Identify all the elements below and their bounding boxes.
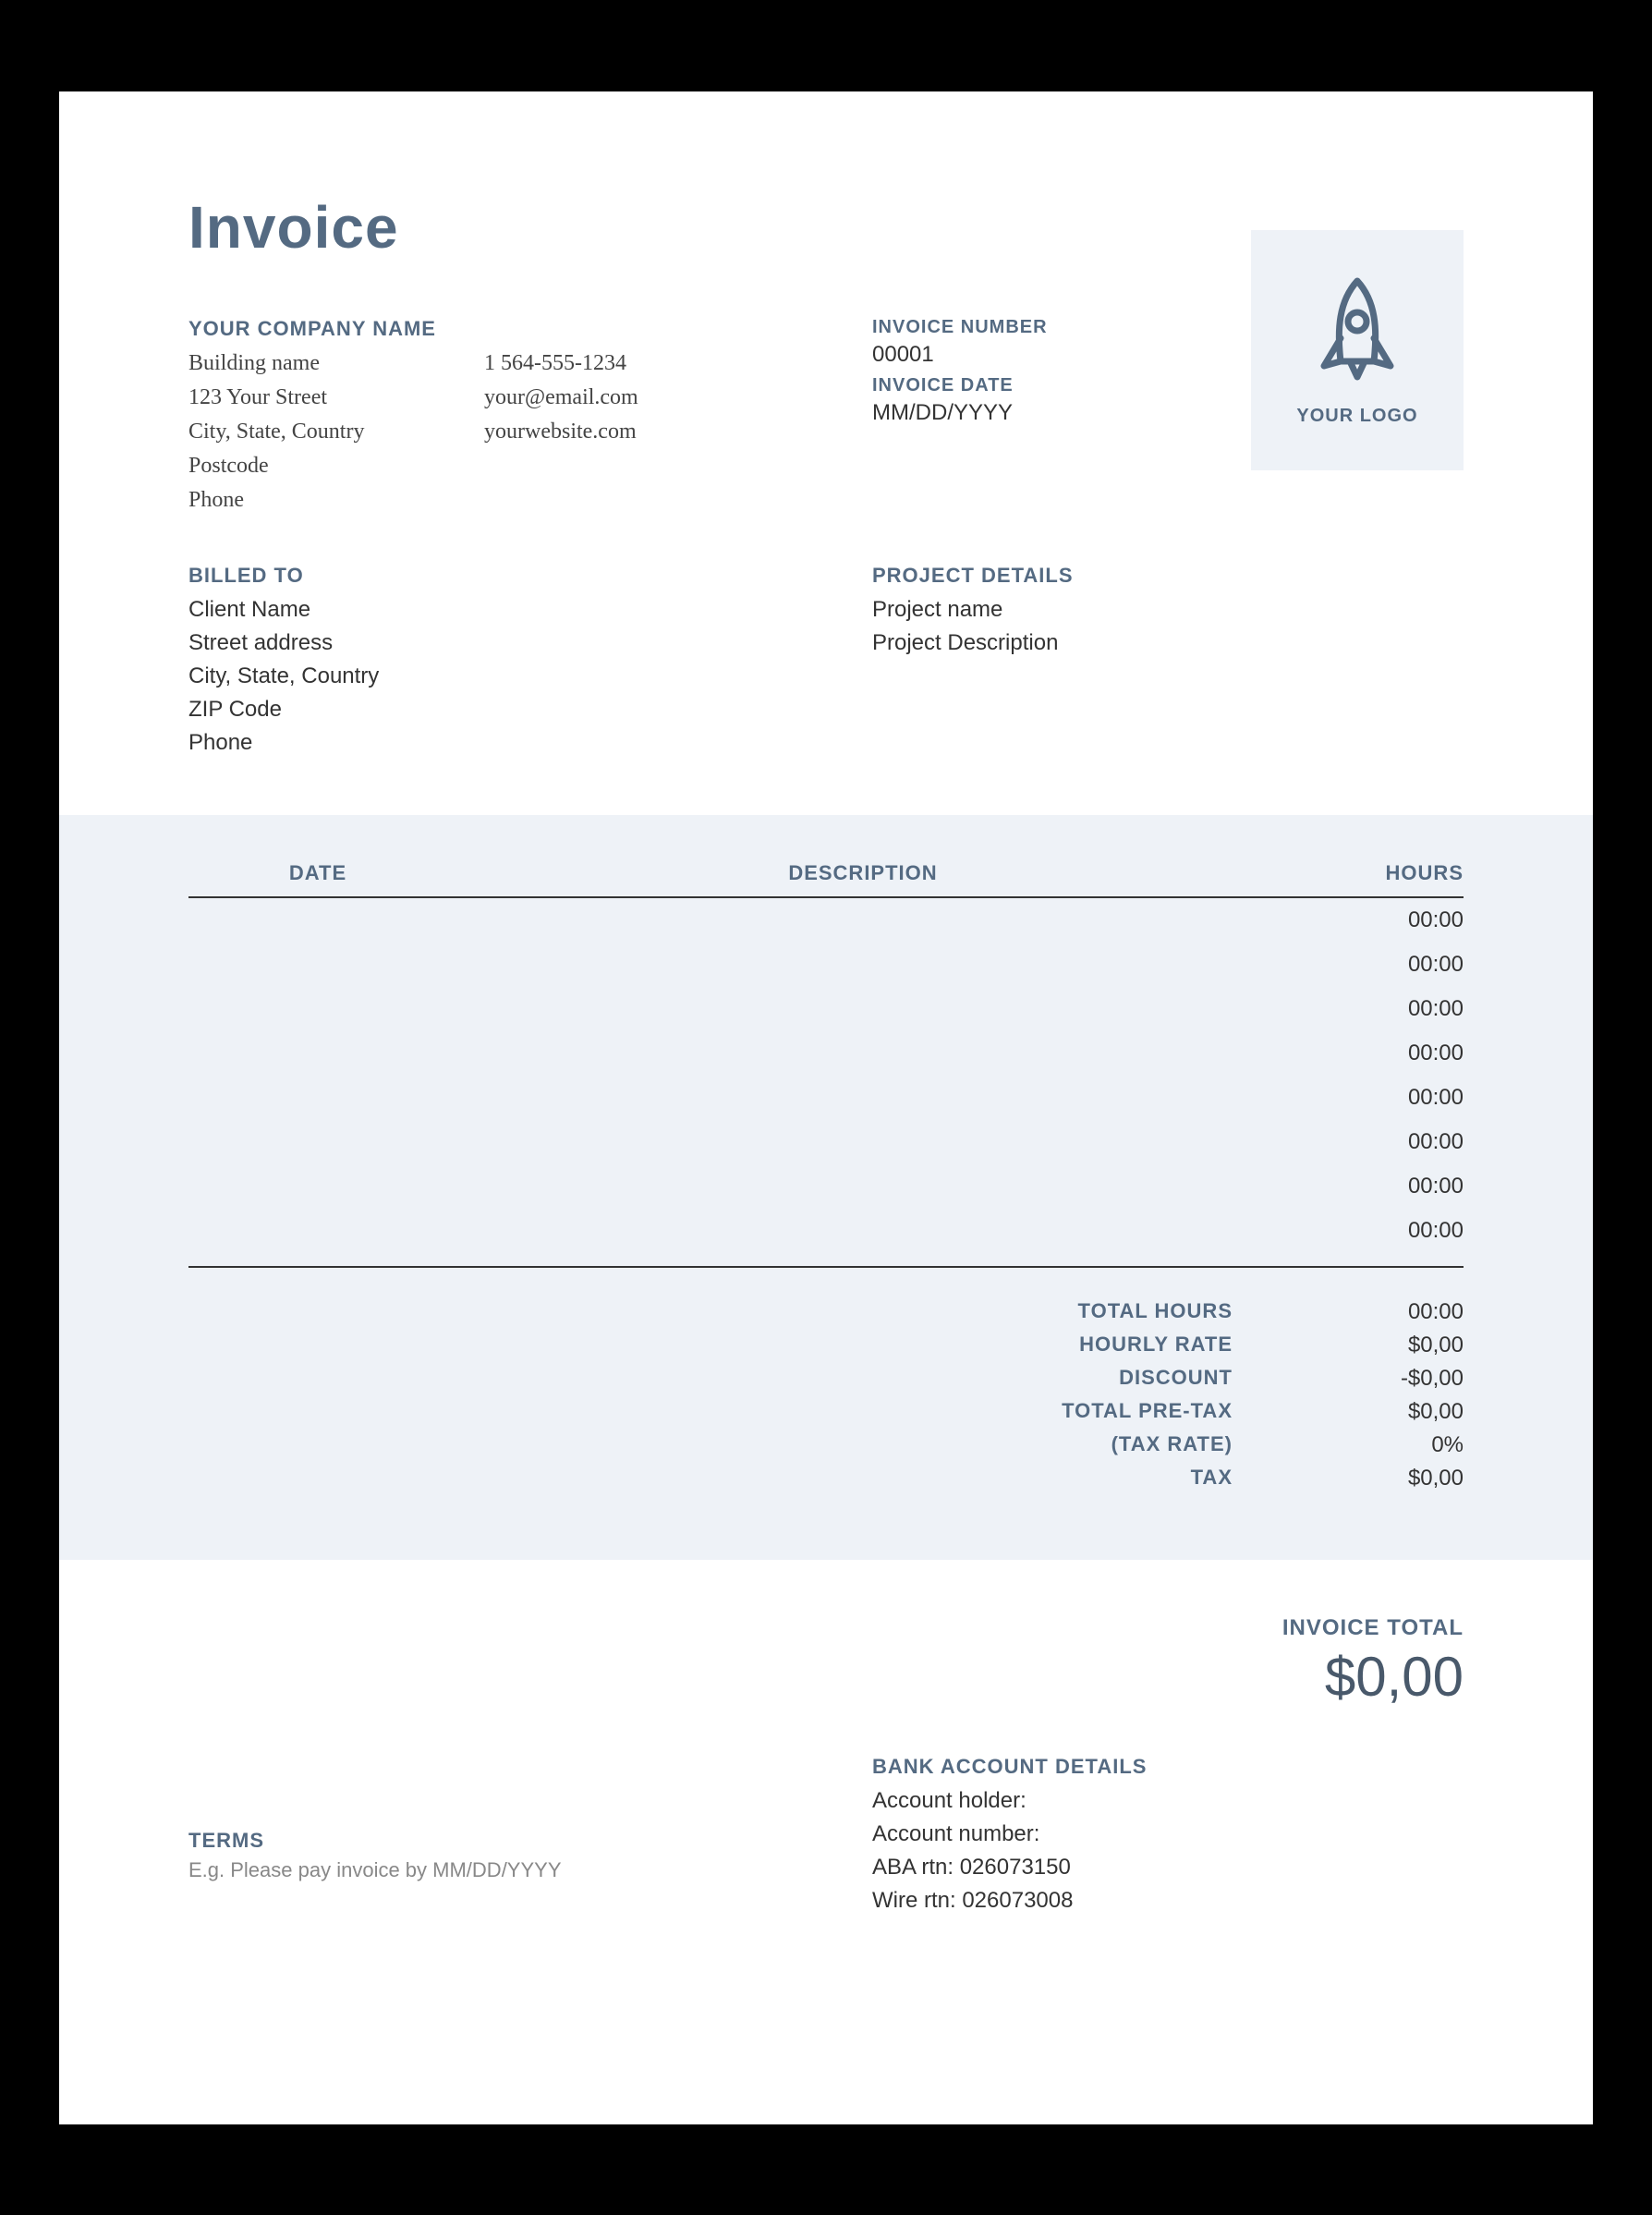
row-description (447, 1218, 1279, 1244)
table-row: 00:00 (188, 898, 1464, 943)
terms-text: E.g. Please pay invoice by MM/DD/YYYY (188, 1858, 780, 1882)
row-hours: 00:00 (1279, 1085, 1464, 1111)
total-hours-label: TOTAL HOURS (188, 1299, 1279, 1325)
invoice-meta-block: INVOICE NUMBER 00001 INVOICE DATE MM/DD/… (780, 317, 1149, 430)
client-zip: ZIP Code (188, 693, 780, 726)
project-block: PROJECT DETAILS Project name Project Des… (780, 564, 1464, 760)
company-website: yourwebsite.com (484, 415, 780, 449)
row-description (447, 996, 1279, 1022)
row-hours: 00:00 (1279, 1174, 1464, 1199)
discount-label: DISCOUNT (188, 1366, 1279, 1392)
row-date (188, 952, 447, 978)
hourly-rate-label: HOURLY RATE (188, 1333, 1279, 1358)
billed-to-label: BILLED TO (188, 564, 780, 588)
row-description (447, 1085, 1279, 1111)
bank-details-block: BANK ACCOUNT DETAILS Account holder: Acc… (780, 1755, 1464, 1917)
company-street: 123 Your Street (188, 381, 484, 415)
row-hours: 00:00 (1279, 907, 1464, 933)
invoice-number: 00001 (872, 338, 1149, 371)
project-description: Project Description (872, 627, 1464, 660)
row-description (447, 1174, 1279, 1199)
client-phone: Phone (188, 726, 780, 760)
bank-wire: Wire rtn: 026073008 (872, 1884, 1464, 1917)
invoice-total-block: INVOICE TOTAL $0,00 (188, 1615, 1464, 1709)
discount-value: -$0,00 (1279, 1366, 1464, 1392)
col-date-header: DATE (188, 861, 447, 885)
company-phone-label: Phone (188, 483, 484, 517)
rocket-icon (1311, 274, 1403, 389)
row-description (447, 1129, 1279, 1155)
project-name: Project name (872, 593, 1464, 627)
col-hours-header: HOURS (1279, 861, 1464, 885)
invoice-number-label: INVOICE NUMBER (872, 317, 1149, 338)
table-row: 00:00 (188, 1209, 1464, 1253)
row-date (188, 996, 447, 1022)
invoice-date: MM/DD/YYYY (872, 396, 1149, 430)
row-hours: 00:00 (1279, 996, 1464, 1022)
billed-to-block: BILLED TO Client Name Street address Cit… (188, 564, 780, 760)
company-email: your@email.com (484, 381, 780, 415)
company-city: City, State, Country (188, 415, 484, 449)
invoice-total-value: $0,00 (188, 1645, 1464, 1709)
table-row: 00:00 (188, 1164, 1464, 1209)
line-items-section: DATE DESCRIPTION HOURS 00:00 00:00 00:00 00… (59, 815, 1593, 1560)
bank-holder: Account holder: (872, 1784, 1464, 1818)
row-hours: 00:00 (1279, 1129, 1464, 1155)
row-date (188, 907, 447, 933)
table-row: 00:00 (188, 943, 1464, 987)
company-phone: 1 564-555-1234 (484, 347, 780, 381)
invoice-sheet: Invoice YOUR COMPANY NAME Building name … (59, 91, 1593, 2124)
terms-block: TERMS E.g. Please pay invoice by MM/DD/Y… (188, 1755, 780, 1917)
company-contact-block: 1 564-555-1234 your@email.com yourwebsit… (484, 317, 780, 450)
pretax-value: $0,00 (1279, 1399, 1464, 1425)
invoice-date-label: INVOICE DATE (872, 375, 1149, 396)
client-street: Street address (188, 627, 780, 660)
company-postcode: Postcode (188, 449, 484, 483)
client-city: City, State, Country (188, 660, 780, 693)
client-name: Client Name (188, 593, 780, 627)
row-description (447, 1041, 1279, 1066)
company-building: Building name (188, 347, 484, 381)
table-row: 00:00 (188, 1120, 1464, 1164)
row-hours: 00:00 (1279, 952, 1464, 978)
logo-placeholder: YOUR LOGO (1251, 230, 1464, 470)
bank-label: BANK ACCOUNT DETAILS (872, 1755, 1464, 1779)
tax-rate-value: 0% (1279, 1432, 1464, 1458)
project-label: PROJECT DETAILS (872, 564, 1464, 588)
row-hours: 00:00 (1279, 1041, 1464, 1066)
row-description (447, 952, 1279, 978)
row-date (188, 1218, 447, 1244)
row-date (188, 1129, 447, 1155)
row-date (188, 1041, 447, 1066)
row-hours: 00:00 (1279, 1218, 1464, 1244)
hourly-rate-value: $0,00 (1279, 1333, 1464, 1358)
company-name-label: YOUR COMPANY NAME (188, 317, 484, 341)
company-address-block: YOUR COMPANY NAME Building name 123 Your… (188, 317, 484, 518)
table-row: 00:00 (188, 1076, 1464, 1120)
tax-value: $0,00 (1279, 1466, 1464, 1491)
pretax-label: TOTAL PRE-TAX (188, 1399, 1279, 1425)
invoice-total-label: INVOICE TOTAL (188, 1615, 1464, 1641)
logo-caption: YOUR LOGO (1296, 406, 1417, 427)
total-hours-value: 00:00 (1279, 1299, 1464, 1325)
row-description (447, 907, 1279, 933)
table-row: 00:00 (188, 1031, 1464, 1076)
bank-number: Account number: (872, 1818, 1464, 1851)
row-date (188, 1174, 447, 1199)
row-date (188, 1085, 447, 1111)
terms-label: TERMS (188, 1829, 780, 1853)
tax-rate-label: (TAX RATE) (188, 1432, 1279, 1458)
table-row: 00:00 (188, 987, 1464, 1031)
tax-label: TAX (188, 1466, 1279, 1491)
bank-aba: ABA rtn: 026073150 (872, 1851, 1464, 1884)
col-description-header: DESCRIPTION (447, 861, 1279, 885)
